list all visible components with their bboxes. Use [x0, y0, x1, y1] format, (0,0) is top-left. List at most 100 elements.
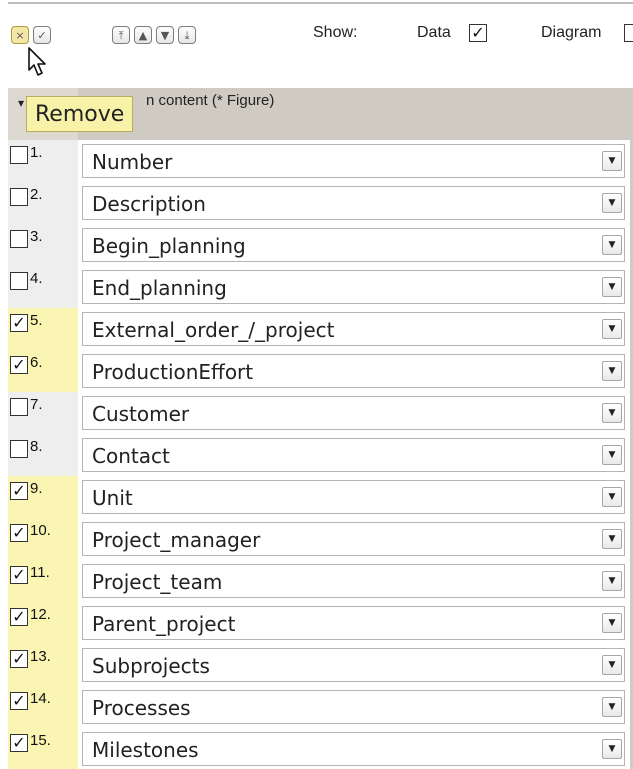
field-select-value: Contact [92, 444, 170, 468]
data-checkbox[interactable]: ✓ [469, 24, 487, 42]
dropdown-arrow-icon[interactable]: ▼ [602, 613, 622, 633]
row-checkbox[interactable]: ✓ [10, 314, 28, 332]
row-checkbox[interactable]: ✓ [10, 650, 28, 668]
dropdown-arrow-icon[interactable]: ▼ [602, 697, 622, 717]
dropdown-arrow-icon[interactable]: ▼ [602, 655, 622, 675]
checkmark-icon: ✓ [12, 355, 26, 374]
row-checkbox[interactable] [10, 440, 28, 458]
dropdown-arrow-icon[interactable]: ▼ [602, 445, 622, 465]
row-checkbox[interactable] [10, 230, 28, 248]
row-number: 12. [30, 606, 51, 623]
column-config-panel: × ✓ ⤒ ▲ ▼ ⤓ Show: Data ✓ Diagram ▾ n con… [0, 0, 633, 769]
move-down-button[interactable]: ▼ [156, 26, 174, 44]
field-select-value: Milestones [92, 738, 199, 762]
row-number-cell: ✓ 5. [8, 308, 78, 350]
diagram-label: Diagram [541, 24, 602, 41]
sort-arrow-icon[interactable]: ▾ [18, 96, 24, 110]
field-row: ✓ 11. Project_team ▼ [8, 560, 633, 602]
row-checkbox[interactable]: ✓ [10, 608, 28, 626]
row-number: 10. [30, 522, 51, 539]
field-select[interactable]: Customer ▼ [82, 396, 625, 430]
checkmark-icon: ✓ [12, 313, 26, 332]
field-row: 2. Description ▼ [8, 182, 633, 224]
move-to-top-icon: ⤒ [118, 28, 124, 42]
row-checkbox[interactable] [10, 188, 28, 206]
field-select-value: End_planning [92, 276, 227, 300]
row-number-cell: ✓ 13. [8, 644, 78, 686]
row-number: 7. [30, 396, 43, 413]
field-select[interactable]: External_order_/_project ▼ [82, 312, 625, 346]
field-row: 1. Number ▼ [8, 140, 633, 182]
field-select[interactable]: Begin_planning ▼ [82, 228, 625, 262]
field-select[interactable]: Processes ▼ [82, 690, 625, 724]
confirm-button[interactable]: ✓ [33, 26, 51, 44]
field-select[interactable]: Milestones ▼ [82, 732, 625, 766]
field-row: ✓ 12. Parent_project ▼ [8, 602, 633, 644]
row-checkbox[interactable] [10, 398, 28, 416]
field-select[interactable]: ProductionEffort ▼ [82, 354, 625, 388]
field-select[interactable]: Subprojects ▼ [82, 648, 625, 682]
field-select[interactable]: Project_team ▼ [82, 564, 625, 598]
dropdown-arrow-icon[interactable]: ▼ [602, 739, 622, 759]
toolbar: × ✓ ⤒ ▲ ▼ ⤓ Show: Data ✓ Diagram [0, 0, 633, 80]
move-to-top-button[interactable]: ⤒ [112, 26, 130, 44]
move-up-icon: ▲ [138, 28, 148, 42]
dropdown-arrow-icon[interactable]: ▼ [602, 319, 622, 339]
field-row: 3. Begin_planning ▼ [8, 224, 633, 266]
row-checkbox[interactable]: ✓ [10, 524, 28, 542]
row-number-cell: ✓ 9. [8, 476, 78, 518]
header-title: n content (* Figure) [146, 92, 275, 109]
field-select[interactable]: Project_manager ▼ [82, 522, 625, 556]
field-row: 7. Customer ▼ [8, 392, 633, 434]
move-up-button[interactable]: ▲ [134, 26, 152, 44]
move-to-bottom-button[interactable]: ⤓ [178, 26, 196, 44]
checkmark-icon: ✓ [12, 523, 26, 542]
move-down-icon: ▼ [160, 28, 170, 42]
row-number-cell: ✓ 10. [8, 518, 78, 560]
checkmark-icon: ✓ [12, 481, 26, 500]
field-select[interactable]: End_planning ▼ [82, 270, 625, 304]
field-select-value: Description [92, 192, 206, 216]
field-select-value: Unit [92, 486, 133, 510]
row-checkbox[interactable]: ✓ [10, 566, 28, 584]
row-checkbox[interactable]: ✓ [10, 692, 28, 710]
row-checkbox[interactable] [10, 272, 28, 290]
row-number-cell: ✓ 6. [8, 350, 78, 392]
field-select[interactable]: Unit ▼ [82, 480, 625, 514]
dropdown-arrow-icon[interactable]: ▼ [602, 487, 622, 507]
field-select[interactable]: Parent_project ▼ [82, 606, 625, 640]
field-select-value: Parent_project [92, 612, 236, 636]
field-select-value: Customer [92, 402, 190, 426]
field-row: ✓ 9. Unit ▼ [8, 476, 633, 518]
dropdown-arrow-icon[interactable]: ▼ [602, 571, 622, 591]
checkmark-icon: ✓ [12, 607, 26, 626]
checkmark-icon: ✓ [12, 691, 26, 710]
remove-button[interactable]: × [11, 26, 29, 44]
dropdown-arrow-icon[interactable]: ▼ [602, 151, 622, 171]
dropdown-arrow-icon[interactable]: ▼ [602, 529, 622, 549]
remove-tooltip: Remove [26, 96, 134, 132]
checkmark-icon: ✓ [12, 733, 26, 752]
diagram-checkbox[interactable] [624, 24, 633, 42]
row-number: 13. [30, 648, 51, 665]
row-number-cell: 3. [8, 224, 78, 266]
dropdown-arrow-icon[interactable]: ▼ [602, 403, 622, 423]
field-select-value: ProductionEffort [92, 360, 254, 384]
dropdown-arrow-icon[interactable]: ▼ [602, 361, 622, 381]
field-row: ✓ 13. Subprojects ▼ [8, 644, 633, 686]
row-number-cell: 4. [8, 266, 78, 308]
field-select-value: Processes [92, 696, 191, 720]
dropdown-arrow-icon[interactable]: ▼ [602, 193, 622, 213]
row-checkbox[interactable]: ✓ [10, 482, 28, 500]
dropdown-arrow-icon[interactable]: ▼ [602, 235, 622, 255]
field-select[interactable]: Number ▼ [82, 144, 625, 178]
row-checkbox[interactable]: ✓ [10, 734, 28, 752]
row-number: 1. [30, 144, 43, 161]
dropdown-arrow-icon[interactable]: ▼ [602, 277, 622, 297]
row-checkbox[interactable]: ✓ [10, 356, 28, 374]
row-number: 8. [30, 438, 43, 455]
row-number: 5. [30, 312, 43, 329]
row-checkbox[interactable] [10, 146, 28, 164]
field-select[interactable]: Description ▼ [82, 186, 625, 220]
field-select[interactable]: Contact ▼ [82, 438, 625, 472]
